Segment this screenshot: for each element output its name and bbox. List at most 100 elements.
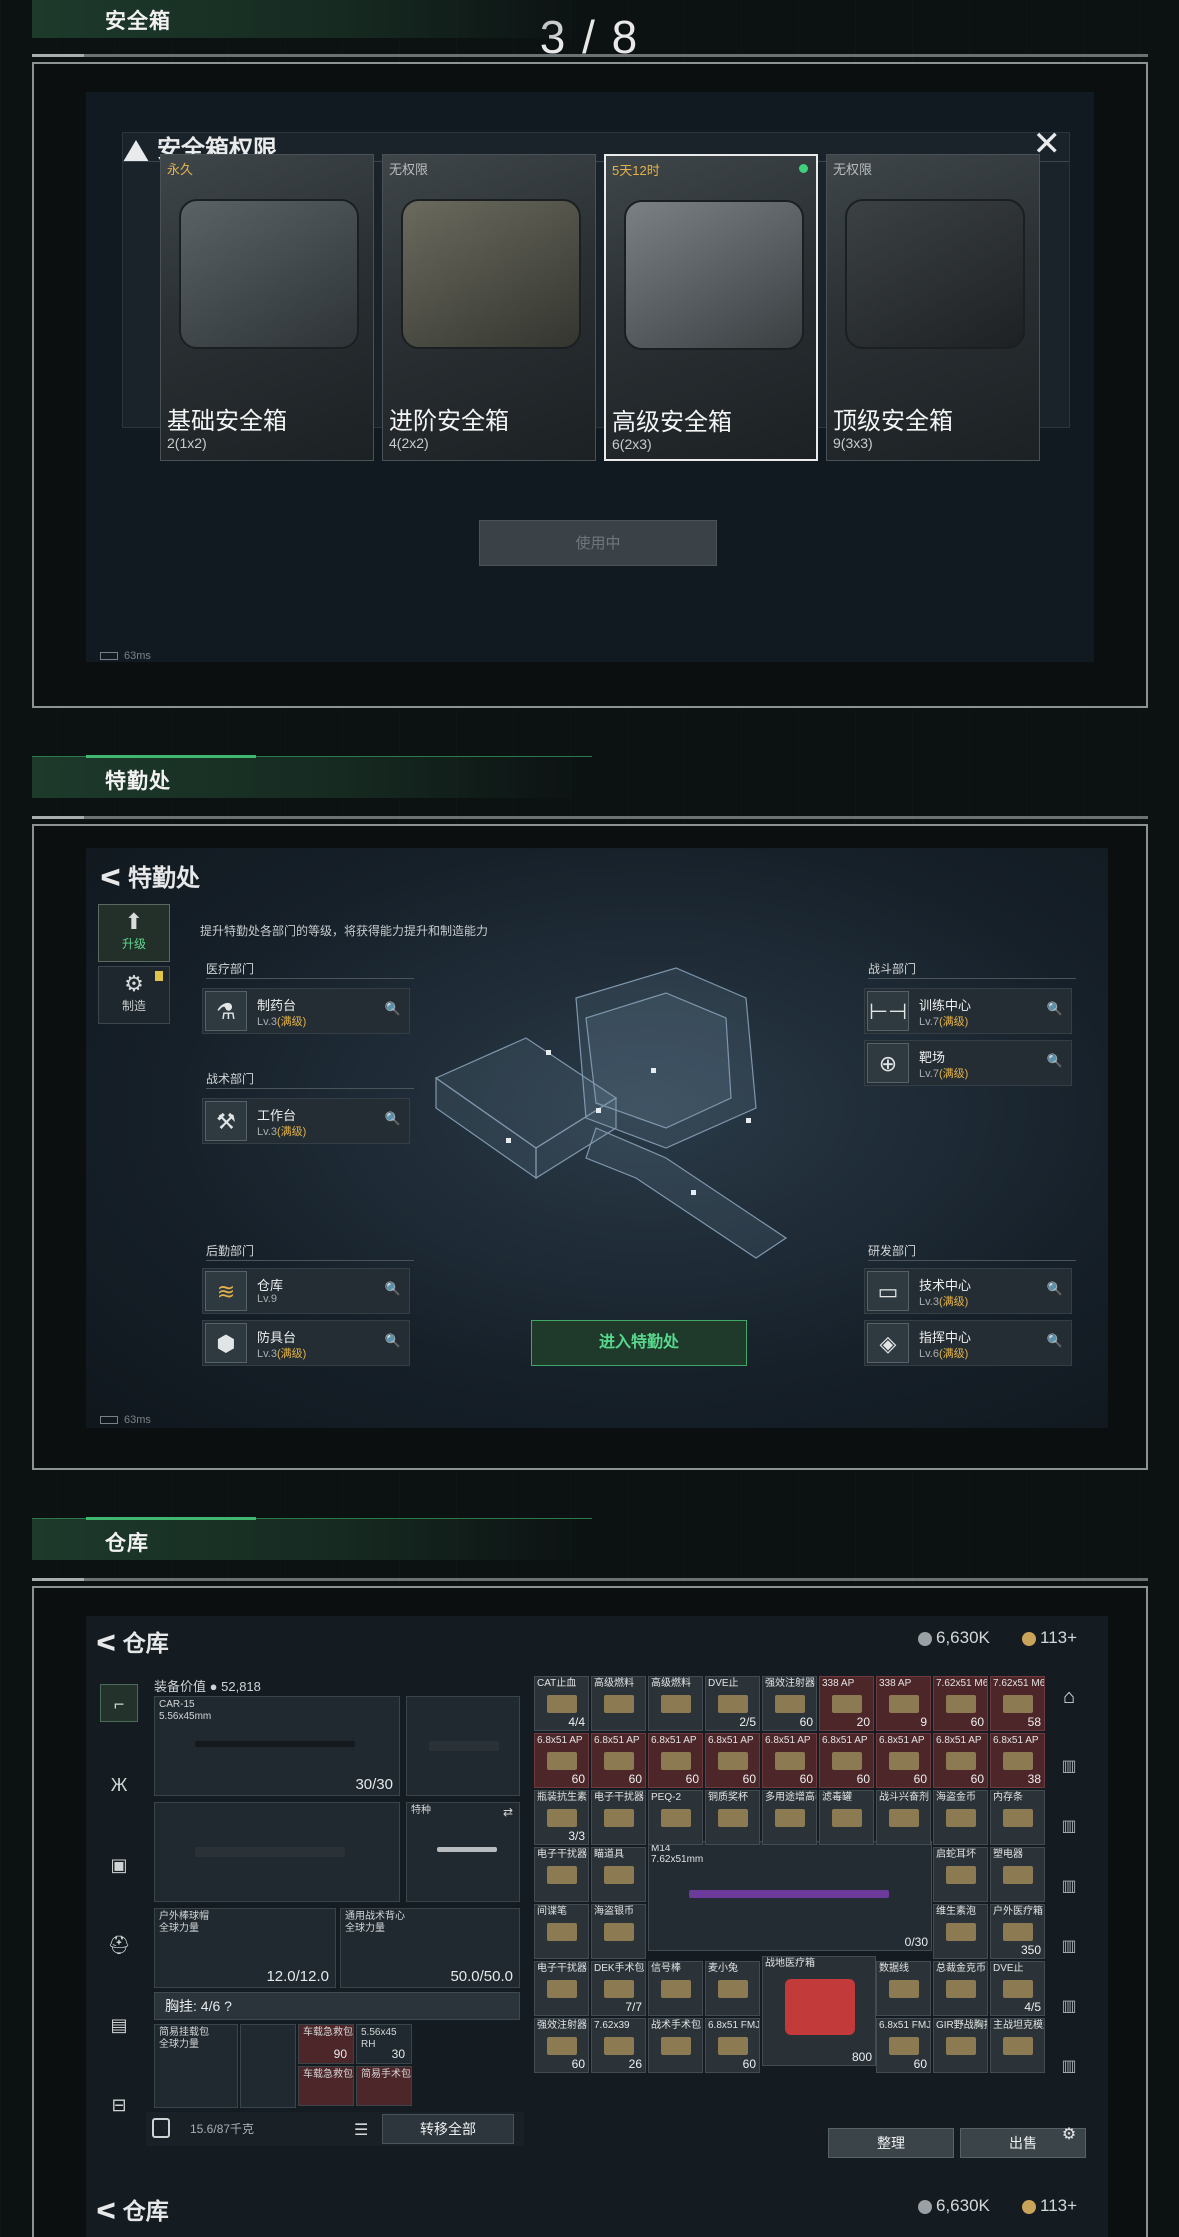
inventory-cell[interactable]: 高级燃料 bbox=[591, 1676, 646, 1731]
vest-slot[interactable]: 通用战术背心 全球力量 50.0/50.0 bbox=[340, 1908, 520, 1988]
inventory-cell[interactable]: 338 AP 9 bbox=[876, 1676, 931, 1731]
melee-slot[interactable]: 特种 ⇄ bbox=[406, 1802, 520, 1902]
inventory-cell[interactable]: 户外医疗箱 350 bbox=[990, 1904, 1045, 1959]
search-icon[interactable]: 🔍 bbox=[1045, 1333, 1065, 1353]
inventory-cell[interactable]: 电子干扰器 bbox=[591, 1790, 646, 1845]
primary-weapon-slot[interactable]: CAR-15 5.56x45mm 30/30 bbox=[154, 1696, 400, 1796]
inventory-cell[interactable]: 6.8x51 FMJ 60 bbox=[705, 2018, 760, 2073]
inventory-cell[interactable]: 瞄道具 bbox=[591, 1847, 646, 1902]
facility-storage[interactable]: ≋ 仓库 Lv.9 🔍 bbox=[202, 1268, 410, 1314]
safebox-card-basic[interactable]: 永久 基础安全箱 2(1x2) bbox=[160, 154, 374, 461]
storage-tab-icon[interactable]: ▥ bbox=[1052, 1816, 1086, 1846]
enter-specialops-button[interactable]: 进入特勤处 bbox=[531, 1320, 747, 1366]
vault-icon[interactable]: ⌂ bbox=[1052, 1686, 1086, 1716]
facility-training[interactable]: ⊢⊣ 训练中心 Lv.7(满级) 🔍 bbox=[864, 988, 1072, 1034]
tab-upgrade[interactable]: ⬆ 升级 bbox=[98, 904, 170, 962]
inventory-cell[interactable]: 电子干扰器 bbox=[534, 1961, 589, 2016]
safebox-card-top[interactable]: 无权限 顶级安全箱 9(3x3) bbox=[826, 154, 1040, 461]
inventory-cell[interactable]: 6.8x51 AP 60 bbox=[819, 1733, 874, 1788]
inventory-cell[interactable]: DVE止 4/5 bbox=[990, 1961, 1045, 2016]
inventory-cell[interactable]: 总裁金克币 bbox=[933, 1961, 988, 2016]
facility-workbench[interactable]: ⚒ 工作台 Lv.3(满级) 🔍 bbox=[202, 1098, 410, 1144]
storage-tab-icon[interactable]: ▥ bbox=[1052, 2056, 1086, 2086]
facility-command[interactable]: ◈ 指挥中心 Lv.6(满级) 🔍 bbox=[864, 1320, 1072, 1366]
in-use-button[interactable]: 使用中 bbox=[479, 520, 717, 566]
inventory-cell[interactable]: 启蛇耳坏 bbox=[933, 1847, 988, 1902]
search-icon[interactable]: 🔍 bbox=[383, 1333, 403, 1353]
storage-tab-icon[interactable]: ▥ bbox=[1052, 1936, 1086, 1966]
facility-pharmacy[interactable]: ⚗ 制药台 Lv.3(满级) 🔍 bbox=[202, 988, 410, 1034]
inventory-cell[interactable]: DVE止 2/5 bbox=[705, 1676, 760, 1731]
inventory-cell[interactable]: 瓶装抗生素 3/3 bbox=[534, 1790, 589, 1845]
inventory-cell[interactable]: 内存条 bbox=[990, 1790, 1045, 1845]
back-button[interactable]: ᐸ 仓库 bbox=[96, 2192, 169, 2226]
inventory-cell[interactable]: 6.8x51 AP 60 bbox=[933, 1733, 988, 1788]
inventory-cell[interactable]: DEK手术包 7/7 bbox=[591, 1961, 646, 2016]
inventory-cell[interactable]: 高级燃料 bbox=[648, 1676, 703, 1731]
inventory-cell[interactable]: 6.8x51 AP 60 bbox=[591, 1733, 646, 1788]
inventory-cell[interactable]: 6.8x51 AP 60 bbox=[534, 1733, 589, 1788]
transfer-all-button[interactable]: 转移全部 bbox=[382, 2114, 514, 2144]
safebox-card-advanced[interactable]: 无权限 进阶安全箱 4(2x2) bbox=[382, 154, 596, 461]
tab-craft[interactable]: ⚙ 制造 bbox=[98, 966, 170, 1024]
inventory-cell[interactable]: 6.8x51 AP 60 bbox=[705, 1733, 760, 1788]
inventory-cell[interactable]: 强效注射器 60 bbox=[762, 1676, 817, 1731]
inventory-cell[interactable]: 电子干扰器 bbox=[534, 1847, 589, 1902]
search-icon[interactable]: 🔍 bbox=[1045, 1281, 1065, 1301]
inventory-cell[interactable]: 强效注射器 60 bbox=[534, 2018, 589, 2073]
inventory-cell[interactable]: 数据线 bbox=[876, 1961, 931, 2016]
search-icon[interactable]: 🔍 bbox=[383, 1111, 403, 1131]
inventory-cell[interactable]: 主战坦克模型 bbox=[990, 2018, 1045, 2073]
inventory-cell[interactable]: 塑电器 bbox=[990, 1847, 1045, 1902]
rig-slot[interactable]: 车载急救包 90 bbox=[298, 2024, 354, 2064]
inventory-cell[interactable]: 战术手术包 bbox=[648, 2018, 703, 2073]
item-m14[interactable]: M14 7.62x51mm 0/30 bbox=[648, 1841, 932, 1951]
rig-slot-empty[interactable] bbox=[240, 2024, 296, 2108]
search-icon[interactable]: 🔍 bbox=[1045, 1001, 1065, 1021]
inventory-cell[interactable]: 战斗兴奋剂 bbox=[876, 1790, 931, 1845]
storage-tab-icon[interactable]: ▥ bbox=[1052, 1756, 1086, 1786]
inventory-cell[interactable]: 滤毒罐 bbox=[819, 1790, 874, 1845]
storage-tab-icon[interactable]: ▥ bbox=[1052, 1996, 1086, 2026]
inventory-cell[interactable]: 6.8x51 AP 60 bbox=[762, 1733, 817, 1788]
currency-premium[interactable]: 113+ bbox=[1022, 2196, 1077, 2216]
settings-gear-icon[interactable]: ⚙ bbox=[1052, 2124, 1086, 2154]
armor-icon[interactable]: Ж bbox=[100, 1766, 138, 1804]
back-button[interactable]: ᐸ 特勤处 bbox=[100, 858, 200, 893]
inventory-cell[interactable]: 麦小兔 bbox=[705, 1961, 760, 2016]
inventory-cell[interactable]: 7.62x39 26 bbox=[591, 2018, 646, 2073]
inventory-cell[interactable]: 6.8x51 AP 60 bbox=[876, 1733, 931, 1788]
backpack-icon[interactable]: ▣ bbox=[100, 1846, 138, 1884]
inventory-cell[interactable]: 海盗银币 bbox=[591, 1904, 646, 1959]
currency-premium[interactable]: 113+ bbox=[1022, 1628, 1077, 1648]
sidearm-slot[interactable] bbox=[406, 1696, 520, 1796]
inventory-cell[interactable]: 7.62x51 M6260 bbox=[933, 1676, 988, 1731]
inventory-cell[interactable]: 间谍笔 bbox=[534, 1904, 589, 1959]
search-icon[interactable]: 🔍 bbox=[383, 1001, 403, 1021]
helmet-slot[interactable]: 户外棒球帽 全球力量 12.0/12.0 bbox=[154, 1908, 336, 1988]
inventory-cell[interactable]: PEQ-2 bbox=[648, 1790, 703, 1845]
rig-slot[interactable]: 5.56x45 RH 30 bbox=[356, 2024, 412, 2064]
rig-slot[interactable]: 简易挂载包 全球力量 bbox=[154, 2024, 238, 2108]
inventory-cell[interactable]: CAT止血 4/4 bbox=[534, 1676, 589, 1731]
inventory-cell[interactable]: 7.62x51 M6258 bbox=[990, 1676, 1045, 1731]
clipboard-icon[interactable]: ▤ bbox=[100, 2006, 138, 2044]
search-icon[interactable]: 🔍 bbox=[383, 1281, 403, 1301]
inventory-cell[interactable]: 铜质奖杯 bbox=[705, 1790, 760, 1845]
inventory-cell[interactable]: 多用途增高器 bbox=[762, 1790, 817, 1845]
search-icon[interactable]: 🔍 bbox=[1045, 1053, 1065, 1073]
lock-icon[interactable] bbox=[152, 2118, 170, 2138]
secondary-weapon-slot[interactable] bbox=[154, 1802, 400, 1902]
item-medkit[interactable]: 战地医疗箱 800 bbox=[762, 1956, 876, 2066]
safebox-card-premium[interactable]: 5天12时 高级安全箱 6(2x3) bbox=[604, 154, 818, 461]
rig-slot[interactable]: 简易手术包 bbox=[356, 2066, 412, 2106]
inventory-cell[interactable]: 338 AP 20 bbox=[819, 1676, 874, 1731]
facility-armor[interactable]: ⬢ 防具台 Lv.3(满级) 🔍 bbox=[202, 1320, 410, 1366]
back-button[interactable]: ᐸ 仓库 bbox=[96, 1624, 169, 1658]
pistol-icon[interactable]: ⌐ bbox=[100, 1684, 138, 1722]
inventory-cell[interactable]: 维生素泡 bbox=[933, 1904, 988, 1959]
inventory-cell[interactable]: 海盗金币 bbox=[933, 1790, 988, 1845]
sort-button[interactable]: 整理 bbox=[828, 2128, 954, 2158]
rig-slot[interactable]: 车载急救包 bbox=[298, 2066, 354, 2106]
inventory-cell[interactable]: 6.8x51 AP 60 bbox=[648, 1733, 703, 1788]
